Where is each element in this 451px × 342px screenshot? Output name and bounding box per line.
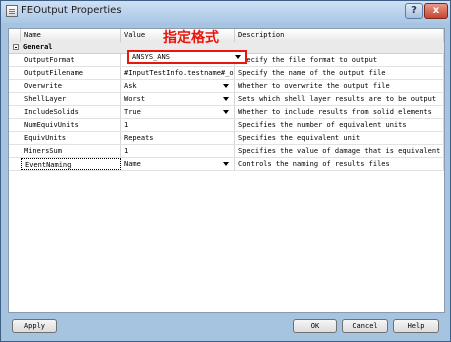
property-row-eventnaming[interactable]: EventNaming Name Controls the naming of …	[9, 158, 444, 171]
property-value[interactable]: Worst	[121, 93, 235, 105]
dropdown-arrow-icon[interactable]	[223, 84, 229, 88]
property-description: Whether to include results from solid el…	[235, 106, 444, 118]
property-name: IncludeSolids	[21, 106, 121, 118]
output-format-value: ANSYS_ANS	[132, 53, 170, 61]
value-text: Ask	[124, 82, 137, 90]
dropdown-arrow-icon[interactable]	[223, 97, 229, 101]
grid-header: Name Value Description	[9, 29, 444, 43]
title-bar[interactable]: FEOutput Properties ? x	[1, 1, 450, 23]
close-icon: x	[432, 5, 440, 16]
property-grid-panel: Name Value Description General OutputFor…	[8, 28, 445, 313]
section-label: General	[23, 43, 53, 51]
property-value[interactable]: Repeats	[121, 132, 235, 144]
header-spacer	[9, 29, 21, 42]
value-text: Name	[124, 160, 141, 168]
output-format-dropdown[interactable]: ANSYS_ANS	[127, 50, 247, 64]
property-value[interactable]: 1	[121, 119, 235, 131]
property-description: Controls the naming of results files	[235, 158, 444, 170]
property-name: Overwrite	[21, 80, 121, 92]
question-icon: ?	[411, 5, 417, 16]
property-value[interactable]: #InputTestInfo.testname#_out	[121, 67, 235, 79]
property-value[interactable]: 1	[121, 145, 235, 157]
property-name: OutputFormat	[21, 54, 121, 66]
property-description: Specifies the value of damage that is eq…	[235, 145, 444, 157]
property-value[interactable]: True	[121, 106, 235, 118]
apply-button[interactable]: Apply	[12, 319, 57, 333]
property-name: MinersSum	[21, 145, 121, 157]
header-name[interactable]: Name	[21, 29, 121, 42]
property-row-equivunits[interactable]: EquivUnits Repeats Specifies the equival…	[9, 132, 444, 145]
property-row-overwrite[interactable]: Overwrite Ask Whether to overwrite the o…	[9, 80, 444, 93]
dropdown-arrow-icon[interactable]	[235, 55, 241, 59]
property-name: EquivUnits	[21, 132, 121, 144]
property-name: OutputFilename	[21, 67, 121, 79]
properties-window: FEOutput Properties ? x Name Value Descr…	[0, 0, 451, 342]
property-row-includesolids[interactable]: IncludeSolids True Whether to include re…	[9, 106, 444, 119]
property-name: EventNaming	[21, 158, 121, 170]
property-row-outputfilename[interactable]: OutputFilename #InputTestInfo.testname#_…	[9, 67, 444, 80]
value-text: True	[124, 108, 141, 116]
cancel-button[interactable]: Cancel	[342, 319, 388, 333]
ok-button[interactable]: OK	[293, 319, 337, 333]
property-description: Whether to overwrite the output file	[235, 80, 444, 92]
property-description: Specifies the equivalent unit	[235, 132, 444, 144]
dropdown-arrow-icon[interactable]	[223, 110, 229, 114]
property-row-numequivunits[interactable]: NumEquivUnits 1 Specifies the number of …	[9, 119, 444, 132]
collapse-icon[interactable]	[13, 44, 19, 50]
property-description: Specify the name of the output file	[235, 67, 444, 79]
property-description: Specify the file format to output	[235, 54, 444, 66]
property-description: Specifies the number of equivalent units	[235, 119, 444, 131]
help-button[interactable]: Help	[393, 319, 439, 333]
property-row-minerssum[interactable]: MinersSum 1 Specifies the value of damag…	[9, 145, 444, 158]
property-description: Sets which shell layer results are to be…	[235, 93, 444, 105]
property-value[interactable]: Name	[121, 158, 235, 170]
header-description[interactable]: Description	[235, 29, 444, 42]
close-button[interactable]: x	[424, 3, 448, 19]
dropdown-arrow-icon[interactable]	[223, 162, 229, 166]
property-value[interactable]: Ask	[121, 80, 235, 92]
annotation-label: 指定格式	[163, 30, 219, 46]
window-title: FEOutput Properties	[21, 5, 122, 16]
value-text: Worst	[124, 95, 146, 103]
property-row-shelllayer[interactable]: ShellLayer Worst Sets which shell layer …	[9, 93, 444, 106]
property-name: ShellLayer	[21, 93, 121, 105]
properties-icon	[6, 5, 18, 17]
property-name: NumEquivUnits	[21, 119, 121, 131]
title-help-button[interactable]: ?	[405, 3, 423, 19]
